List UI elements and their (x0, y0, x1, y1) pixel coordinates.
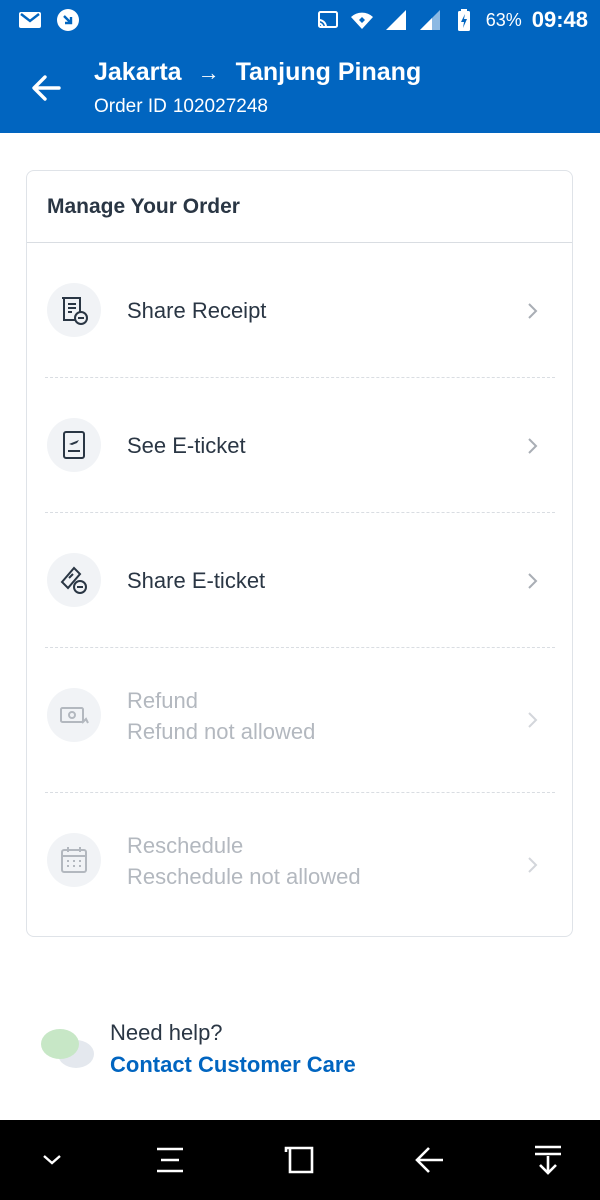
chevron-right-icon (528, 438, 538, 454)
wifi-icon (350, 12, 373, 29)
app-header: Jakarta → Tanjung Pinang Order ID 102027… (0, 40, 600, 133)
order-id-value: 102027248 (172, 96, 268, 117)
share-receipt-icon (47, 283, 101, 337)
chevron-right-icon (528, 303, 538, 319)
nav-menu-button[interactable] (150, 1140, 190, 1180)
destination-city: Tanjung Pinang (235, 58, 422, 86)
menu-item-label: See E-ticket (127, 433, 246, 458)
menu-item-sublabel: Refund not allowed (127, 719, 316, 744)
nav-notifications-button[interactable] (528, 1140, 568, 1180)
menu-item-share-receipt[interactable]: Share Receipt (27, 243, 572, 377)
notifications-down-icon (535, 1145, 561, 1175)
arrow-left-icon (32, 75, 61, 101)
back-icon (415, 1147, 443, 1173)
battery-percentage: 63% (485, 9, 522, 30)
refund-icon (47, 688, 101, 742)
menu-icon (157, 1147, 183, 1173)
menu-item-share-eticket[interactable]: Share E-ticket (27, 513, 572, 647)
cast-icon (317, 11, 338, 28)
chevron-down-icon (43, 1155, 61, 1165)
menu-item-sublabel: Reschedule not allowed (127, 864, 361, 889)
origin-city: Jakarta (94, 58, 182, 86)
nav-recent-apps-button[interactable] (280, 1140, 320, 1180)
eticket-icon (47, 418, 101, 472)
route-arrow: → (197, 59, 220, 85)
clock: 09:48 (531, 7, 588, 32)
route-title: Jakarta → Tanjung Pinang (94, 58, 421, 87)
signal-icon (385, 10, 406, 30)
menu-item-reschedule: Reschedule Reschedule not allowed (27, 793, 572, 937)
order-id-label: Order ID (94, 96, 167, 117)
chat-bubbles-icon (41, 1029, 94, 1068)
chevron-right-icon (528, 857, 538, 873)
share-eticket-icon (47, 553, 101, 607)
menu-item-see-eticket[interactable]: See E-ticket (27, 378, 572, 512)
menu-item-label: Reschedule (127, 833, 244, 858)
card-title: Manage Your Order (47, 195, 240, 218)
status-bar: 63% 09:48 (0, 0, 600, 40)
app-notification-icon (57, 9, 79, 31)
menu-item-label: Refund (127, 688, 198, 713)
battery-charging-icon (457, 9, 470, 31)
nav-collapse-button[interactable] (32, 1140, 72, 1180)
contact-customer-care-link[interactable]: Contact Customer Care (110, 1052, 356, 1078)
help-question: Need help? (110, 1020, 223, 1045)
system-nav-bar (0, 1120, 600, 1200)
screen: 63% 09:48 Jakarta → Tanjung Pinang Order… (0, 0, 600, 1200)
menu-item-refund: Refund Refund not allowed (27, 648, 572, 792)
chevron-right-icon (528, 573, 538, 589)
back-button[interactable] (22, 64, 70, 112)
help-section: Need help? Contact Customer Care (40, 1020, 560, 1090)
signal-icon (419, 10, 440, 30)
gmail-icon (19, 12, 41, 28)
order-id: Order ID 102027248 (94, 96, 268, 118)
manage-order-card: Manage Your Order Share Receipt See E-ti… (26, 170, 573, 937)
chevron-right-icon (528, 712, 538, 728)
recent-apps-icon (284, 1146, 314, 1174)
menu-item-label: Share Receipt (127, 298, 267, 323)
calendar-icon (47, 833, 101, 887)
nav-back-button[interactable] (410, 1140, 450, 1180)
menu-item-label: Share E-ticket (127, 568, 266, 593)
